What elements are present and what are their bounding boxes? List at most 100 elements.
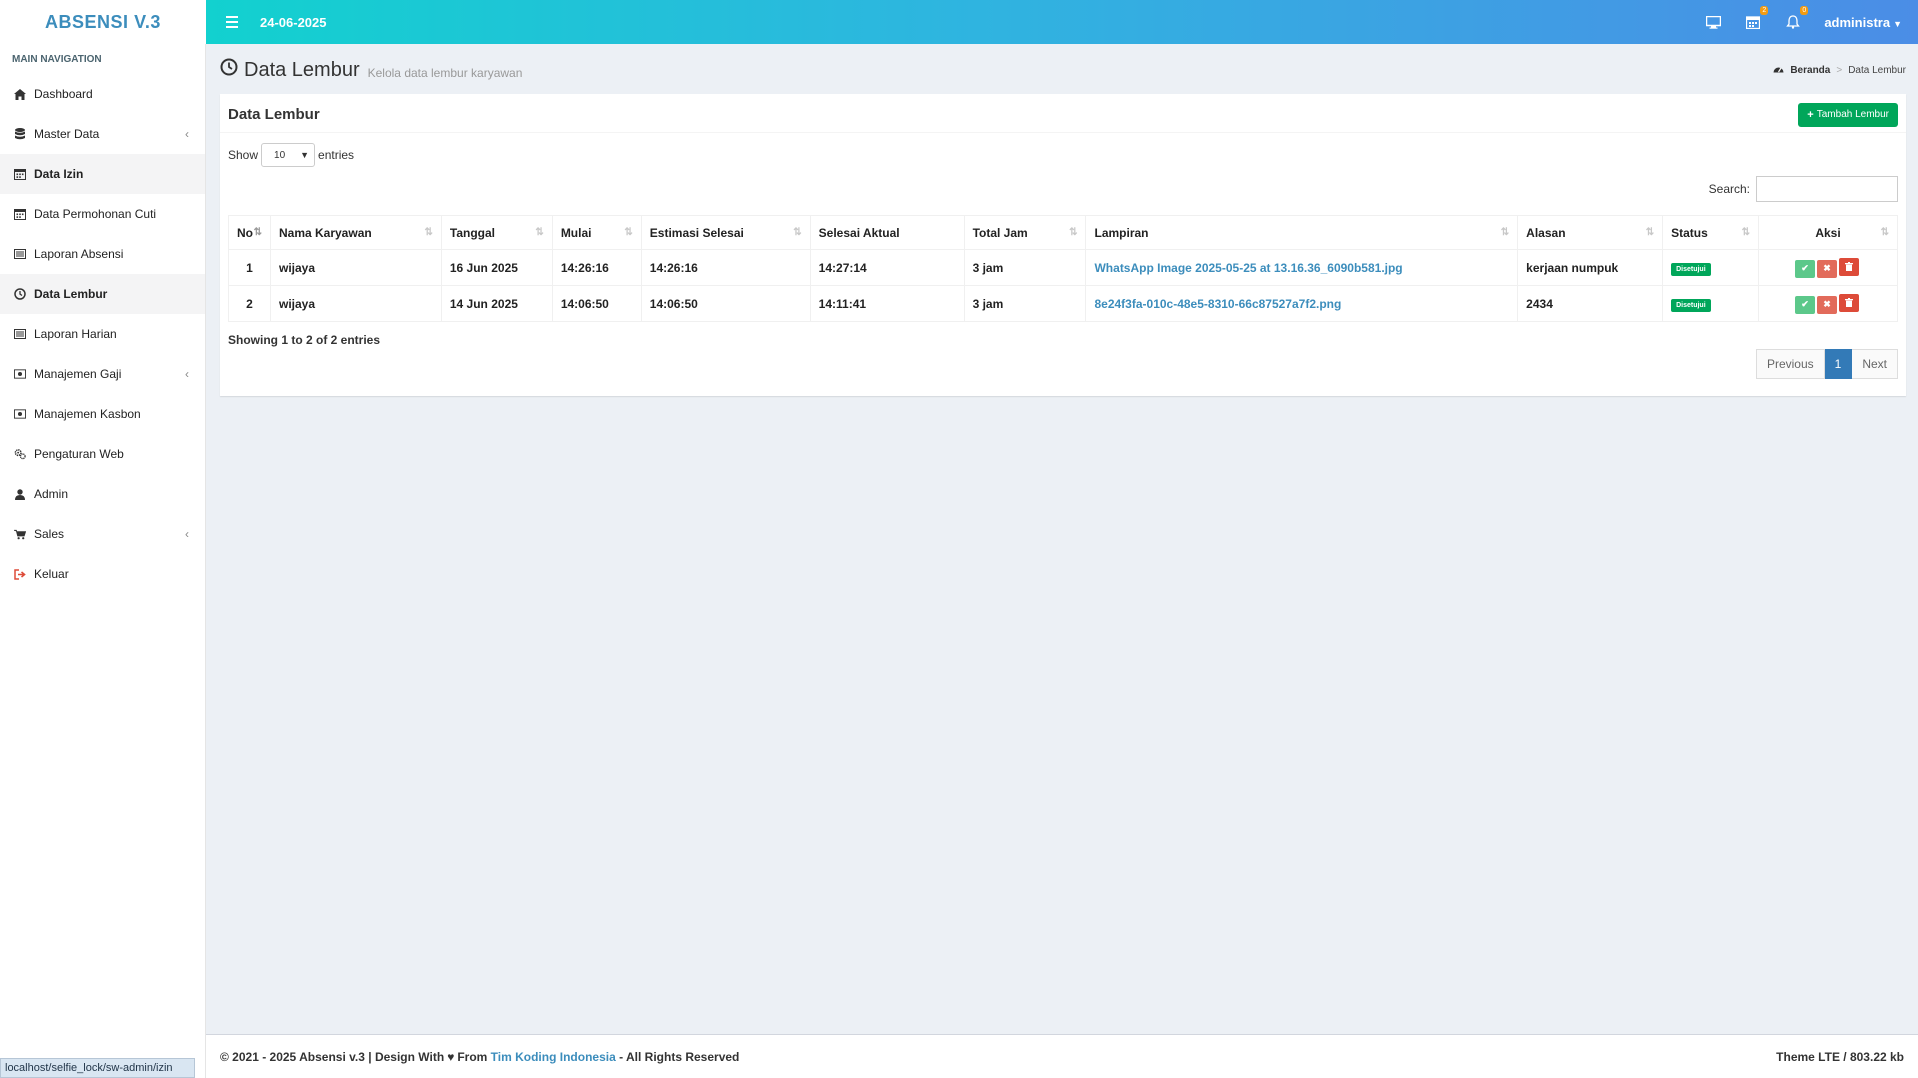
sidebar-item-data-lembur[interactable]: Data Lembur <box>0 274 205 314</box>
delete-button[interactable] <box>1839 293 1860 312</box>
list-icon <box>14 328 26 340</box>
reject-button[interactable]: ✖ <box>1817 295 1838 314</box>
attachment-link[interactable]: WhatsApp Image 2025-05-25 at 13.16.36_60… <box>1094 261 1402 275</box>
footer: © 2021 - 2025 Absensi v.3 | Design With … <box>206 1034 1918 1078</box>
sidebar-item-label: Data Izin <box>34 167 84 181</box>
sidebar-item-pengaturan-web[interactable]: Pengaturan Web <box>0 434 205 474</box>
column-header-nama[interactable]: Nama Karyawan ⇅ <box>269 215 442 250</box>
sidebar-item-data-izin[interactable]: Data Izin <box>0 154 205 194</box>
sidebar-item-keluar[interactable]: Keluar <box>0 554 205 594</box>
sidebar-item-label: Pengaturan Web <box>34 447 124 461</box>
sidebar-item-laporan-harian[interactable]: Laporan Harian <box>0 314 205 354</box>
attachment-link[interactable]: 8e24f3fa-010c-48e5-8310-66c87527a7f2.png <box>1094 297 1341 311</box>
entries-value: 10 <box>274 149 286 161</box>
search-input[interactable] <box>1756 176 1898 202</box>
cell-aktual: 14:27:14 <box>809 249 965 286</box>
table-row: 2 wijaya 14 Jun 2025 14:06:50 14:06:50 1… <box>228 285 1898 322</box>
column-header-estimasi[interactable]: Estimasi Selesai ⇅ <box>640 215 811 250</box>
calendar-icon <box>14 168 26 180</box>
cell-mulai: 14:26:16 <box>551 249 642 286</box>
cell-no: 2 <box>228 285 271 322</box>
top-navbar: 24-06-2025 2 0 administra ▼ <box>206 0 1918 44</box>
overtime-table: No ⇅ Nama Karyawan ⇅ Tanggal ⇅ Mulai ⇅ Estim… <box>228 215 1898 322</box>
delete-button[interactable] <box>1839 257 1860 276</box>
pagination-next[interactable]: Next <box>1852 349 1898 379</box>
search-control: Search: <box>1709 176 1898 202</box>
user-name: administra <box>1824 14 1891 30</box>
reject-button[interactable]: ✖ <box>1817 259 1838 278</box>
app-logo[interactable]: ABSENSI V.3 <box>0 0 206 44</box>
sidebar-item-sales[interactable]: Sales ‹ <box>0 514 205 554</box>
sidebar-item-label: Laporan Harian <box>34 327 117 341</box>
gears-icon <box>14 448 26 460</box>
calendar-badge: 2 <box>1760 6 1769 15</box>
entries-select[interactable]: 10 ▼ <box>261 143 316 167</box>
breadcrumb-current: Data Lembur <box>1848 64 1906 76</box>
cell-no: 1 <box>228 249 271 286</box>
column-header-mulai[interactable]: Mulai ⇅ <box>551 215 642 250</box>
sidebar-item-label: Laporan Absensi <box>34 247 124 261</box>
heart-icon: ♥ <box>447 1049 455 1064</box>
pagination-page[interactable]: 1 <box>1824 349 1853 379</box>
cell-tanggal: 16 Jun 2025 <box>440 249 553 286</box>
caret-down-icon: ▼ <box>1893 18 1902 29</box>
approve-button[interactable]: ✔ <box>1795 295 1816 314</box>
cell-alasan: 2434 <box>1517 285 1664 322</box>
sidebar-item-admin[interactable]: Admin <box>0 474 205 514</box>
check-icon: ✔ <box>1801 263 1809 273</box>
sort-icon: ⇅ <box>793 227 802 238</box>
length-control: Show 10 ▼ entries <box>228 143 354 167</box>
user-menu[interactable]: administra ▼ <box>1824 15 1902 30</box>
cell-aksi: ✔ ✖ <box>1758 249 1898 286</box>
sidebar: MAIN NAVIGATION Dashboard Master Data ‹ … <box>0 44 206 1078</box>
column-header-total-jam[interactable]: Total Jam ⇅ <box>963 215 1087 250</box>
add-button-label: Tambah Lembur <box>1816 109 1889 120</box>
column-header-status[interactable]: Status ⇅ <box>1662 215 1760 250</box>
column-header-aksi[interactable]: Aksi ⇅ <box>1758 215 1898 250</box>
column-header-tanggal[interactable]: Tanggal ⇅ <box>440 215 553 250</box>
close-icon: ✖ <box>1823 263 1831 273</box>
calendar-notification-icon[interactable]: 2 <box>1744 6 1769 31</box>
cell-status: Disetujui <box>1662 249 1760 286</box>
clock-icon <box>14 288 26 300</box>
footer-team-link[interactable]: Tim Koding Indonesia <box>491 1050 616 1064</box>
cell-aktual: 14:11:41 <box>809 285 965 322</box>
data-lembur-box: Data Lembur + Tambah Lembur Show 10 ▼ en… <box>220 94 1906 396</box>
sidebar-item-laporan-absensi[interactable]: Laporan Absensi <box>0 234 205 274</box>
sign-out-icon <box>14 568 26 580</box>
bell-icon[interactable]: 0 <box>1784 6 1809 31</box>
footer-rights: - All Rights Reserved <box>619 1049 740 1064</box>
breadcrumb-home[interactable]: Beranda <box>1790 65 1830 76</box>
trash-icon <box>1845 298 1854 307</box>
monitor-icon[interactable] <box>1704 13 1722 31</box>
add-overtime-button[interactable]: + Tambah Lembur <box>1798 102 1898 127</box>
sidebar-item-label: Master Data <box>34 127 100 141</box>
sidebar-item-data-permohonan-cuti[interactable]: Data Permohonan Cuti <box>0 194 205 234</box>
column-header-alasan[interactable]: Alasan ⇅ <box>1517 215 1664 250</box>
sidebar-item-label: Admin <box>34 487 69 501</box>
sidebar-item-dashboard[interactable]: Dashboard <box>0 74 205 114</box>
column-header-aktual[interactable]: Selesai Aktual <box>809 215 965 250</box>
sidebar-item-master-data[interactable]: Master Data ‹ <box>0 114 205 154</box>
pagination-previous[interactable]: Previous <box>1755 349 1825 379</box>
page-subtitle: Kelola data lembur karyawan <box>367 66 523 80</box>
column-header-lampiran[interactable]: Lampiran ⇅ <box>1085 215 1519 250</box>
column-header-no[interactable]: No ⇅ <box>228 215 271 250</box>
approve-button[interactable]: ✔ <box>1795 259 1816 278</box>
breadcrumb-separator: > <box>1836 64 1843 76</box>
sidebar-item-label: Manajemen Gaji <box>34 367 122 381</box>
sidebar-item-manajemen-kasbon[interactable]: Manajemen Kasbon <box>0 394 205 434</box>
cell-estimasi: 14:06:50 <box>640 285 811 322</box>
content-header: Data Lembur Kelola data lembur karyawan … <box>220 56 1906 84</box>
breadcrumb: Beranda > Data Lembur <box>1773 64 1906 76</box>
sort-icon: ⇅ <box>1645 227 1655 238</box>
sort-icon: ⇅ <box>535 227 544 238</box>
cell-nama: wijaya <box>269 285 442 322</box>
trash-icon <box>1845 262 1854 271</box>
browser-status-url: localhost/selfie_lock/sw-admin/izin <box>0 1058 195 1078</box>
menu-toggle-icon[interactable] <box>216 16 248 28</box>
box-title: Data Lembur <box>228 106 320 123</box>
show-label: Show <box>228 148 259 162</box>
cell-mulai: 14:06:50 <box>551 285 642 322</box>
sidebar-item-manajemen-gaji[interactable]: Manajemen Gaji ‹ <box>0 354 205 394</box>
